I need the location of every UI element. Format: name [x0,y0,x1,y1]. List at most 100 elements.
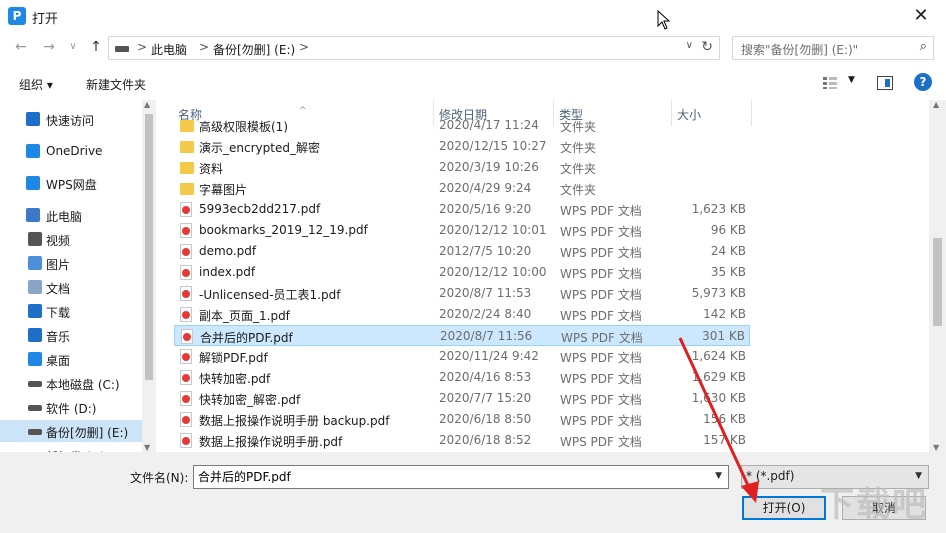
file-name: 5993ecb2dd217.pdf [199,202,321,216]
file-row[interactable]: 5993ecb2dd217.pdf 2020/5/16 9:20 WPS PDF 文… [174,199,750,220]
pdf-file-icon [180,286,192,301]
sidebar-item[interactable]: 软件 (D:) [0,396,142,418]
recent-locations-button[interactable]: ∨ [64,38,82,56]
organize-menu[interactable]: 组织 ▾ [19,76,53,93]
file-row[interactable]: 数据上报操作说明手册 backup.pdf 2020/6/18 8:50 WPS P… [174,409,750,430]
scroll-down-icon[interactable]: ▼ [933,443,939,452]
drive-icon [115,46,129,52]
file-type: WPS PDF 文档 [560,393,642,407]
breadcrumb-drive-e[interactable]: 备份[勿删] (E:) [213,41,295,58]
file-row[interactable]: 字幕图片 2020/4/29 9:24 文件夹 [174,178,750,199]
breadcrumb-separator: > [137,40,148,54]
address-dropdown-icon[interactable]: ∨ [686,40,693,51]
file-type: WPS PDF 文档 [560,288,642,302]
column-divider[interactable] [751,100,752,126]
sidebar-item[interactable]: 文档 [0,276,142,298]
scroll-up-icon[interactable]: ▲ [933,100,939,109]
help-icon[interactable]: ? [914,73,932,91]
sidebar-item[interactable]: 快速访问 [0,108,142,130]
pdf-file-icon [180,223,192,238]
file-row[interactable]: index.pdf 2020/12/12 10:00 WPS PDF 文档 35 KB [174,262,750,283]
scroll-down-icon[interactable]: ▼ [144,443,150,452]
file-row[interactable]: 演示_encrypted_解密 2020/12/15 10:27 文件夹 [174,136,750,157]
file-name: demo.pdf [199,244,257,258]
video-icon [28,232,42,246]
folder-icon [180,162,194,174]
back-button[interactable]: ← [12,38,30,56]
sidebar-item[interactable]: 图片 [0,252,142,274]
filetype-value[interactable]: * (*.pdf) [746,469,794,483]
sidebar-item[interactable]: 桌面 [0,348,142,370]
file-date: 2020/12/15 10:27 [439,139,547,153]
forward-button[interactable]: → [40,38,58,56]
file-date: 2020/7/7 15:20 [439,391,532,405]
breadcrumb-separator[interactable]: > [299,40,309,54]
search-placeholder[interactable]: 搜索"备份[勿删] (E:)" [741,41,858,58]
scroll-up-icon[interactable]: ▲ [144,100,150,109]
open-button[interactable]: 打开(O) [742,496,826,520]
navigation-pane-scrollbar[interactable]: ▲ ▼ [142,100,156,452]
filename-combobox[interactable]: ▼ [193,465,729,489]
sidebar-item[interactable]: 备份[勿删] (E:) [0,420,142,442]
sidebar-item[interactable]: 音乐 [0,324,142,346]
sidebar-item-label: 视频 [46,234,71,248]
sidebar-item[interactable]: 下载 [0,300,142,322]
breadcrumb-this-pc[interactable]: 此电脑 [151,41,187,58]
up-button[interactable]: ↑ [87,38,105,56]
sidebar-item-label: 快速访问 [46,114,95,128]
file-row[interactable]: 快转加密.pdf 2020/4/16 8:53 WPS PDF 文档 1,629 KB [174,367,750,388]
search-icon[interactable]: ⌕ [920,39,927,54]
sidebar-item-label: 备份[勿删] (E:) [46,426,129,440]
file-list: ^ 名称 修改日期 类型 大小 高级权限模板(1) 2020/4/17 11:24… [157,100,929,452]
file-name: 合并后的PDF.pdf [200,331,293,345]
view-options-icon[interactable] [822,76,838,90]
file-row[interactable]: 副本_页面_1.pdf 2020/2/24 8:40 WPS PDF 文档 142 K… [174,304,750,325]
file-row[interactable]: 解锁PDF.pdf 2020/11/24 9:42 WPS PDF 文档 1,624 … [174,346,750,367]
sidebar-item[interactable]: 本地磁盘 (C:) [0,372,142,394]
sidebar-item[interactable]: WPS网盘 [0,172,142,194]
computer-icon [26,208,40,222]
file-size: 1,629 KB [691,370,746,384]
file-row[interactable]: 快转加密_解密.pdf 2020/7/7 15:20 WPS PDF 文档 1,630… [174,388,750,409]
file-size: 1,630 KB [691,391,746,405]
sidebar-item[interactable]: 视频 [0,228,142,250]
file-row[interactable]: 资料 2020/3/19 10:26 文件夹 [174,157,750,178]
sidebar-item[interactable]: 新加卷 (F:) [0,444,142,452]
close-button[interactable]: ✕ [908,4,934,28]
file-row[interactable]: -Unlicensed-员工表1.pdf 2020/8/7 11:53 WPS PD… [174,283,750,304]
scrollbar-thumb[interactable] [145,114,153,380]
cloud-icon [26,144,40,158]
file-row[interactable]: 高级权限模板(1) 2020/4/17 11:24 文件夹 [174,115,750,136]
desktop-icon [28,352,42,366]
pdf-file-icon [181,329,193,344]
preview-pane-icon[interactable] [877,76,893,90]
filename-input[interactable] [198,469,698,483]
file-date: 2020/8/7 11:53 [439,286,532,300]
file-row[interactable]: 数据上报操作说明手册.pdf 2020/6/18 8:52 WPS PDF 文档 15… [174,430,750,451]
search-box[interactable]: 搜索"备份[勿删] (E:)" ⌕ [732,36,934,60]
pdf-file-icon [180,202,192,217]
file-list-scrollbar[interactable]: ▲ ▼ [929,100,946,452]
view-dropdown-icon[interactable]: ▼ [848,75,855,85]
pdf-file-icon [180,433,192,448]
new-folder-button[interactable]: 新建文件夹 [86,76,146,93]
file-type: WPS PDF 文档 [560,225,642,239]
sidebar-item[interactable]: 此电脑 [0,204,142,226]
file-row[interactable]: bookmarks_2019_12_19.pdf 2020/12/12 10:01… [174,220,750,241]
pdf-file-icon [180,370,192,385]
file-size: 1,624 KB [691,349,746,363]
address-bar[interactable]: > 此电脑 > 备份[勿删] (E:) > ∨ ↻ [108,36,720,60]
file-date: 2020/4/17 11:24 [439,118,539,132]
file-date: 2020/6/18 8:52 [439,433,532,447]
breadcrumb-separator: > [199,40,210,54]
file-row[interactable]: demo.pdf 2012/7/5 10:20 WPS PDF 文档 24 KB [174,241,750,262]
file-name: 字幕图片 [199,183,248,197]
sidebar-item-label: 桌面 [46,354,71,368]
sidebar-item[interactable]: OneDrive [0,140,142,162]
wps-cloud-icon [26,176,40,190]
file-row[interactable]: 合并后的PDF.pdf 2020/8/7 11:56 WPS PDF 文档 301 K… [174,325,750,346]
scrollbar-thumb[interactable] [933,238,942,326]
filename-dropdown-icon[interactable]: ▼ [715,471,722,481]
refresh-icon[interactable]: ↻ [701,39,713,55]
sidebar-item-label: 软件 (D:) [46,402,97,416]
